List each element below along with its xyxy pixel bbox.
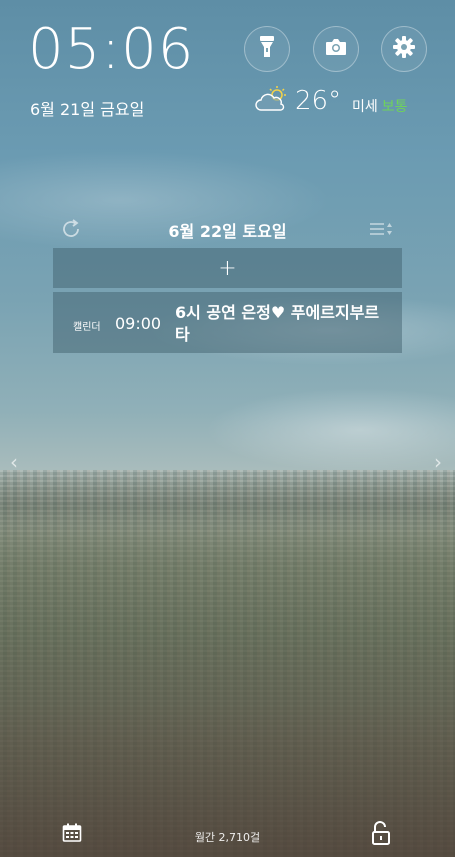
- partly-cloudy-icon: [255, 86, 289, 116]
- camera-icon: [325, 38, 347, 60]
- event-title: 6시 공연 은정♥ 푸에르지부르타: [175, 303, 380, 344]
- gear-icon: [392, 35, 416, 63]
- event-item[interactable]: 캘린더 09:00 6시 공연 은정♥ 푸에르지부르타: [53, 292, 402, 353]
- clock-time: 05:06: [28, 17, 195, 82]
- chevron-right-icon[interactable]: ›: [434, 450, 442, 474]
- unlock-icon[interactable]: [370, 821, 392, 849]
- fine-dust-value: 보통: [381, 99, 408, 115]
- clock-date: 6월 21일 금요일: [30, 100, 145, 119]
- fine-dust-label: 미세: [352, 99, 378, 115]
- camera-button[interactable]: [313, 26, 359, 72]
- add-event-button[interactable]: +: [53, 248, 402, 288]
- flashlight-icon: [258, 35, 276, 63]
- fine-dust: 미세 보통: [352, 96, 408, 116]
- settings-button[interactable]: [381, 26, 427, 72]
- chevron-left-icon[interactable]: ‹: [10, 450, 18, 474]
- event-time: 09:00: [115, 314, 162, 333]
- background-city: [0, 470, 455, 857]
- weather-info[interactable]: 26°: [255, 86, 341, 116]
- temperature: 26°: [295, 86, 342, 116]
- event-source: 캘린더: [73, 322, 101, 333]
- sort-menu-icon[interactable]: [368, 220, 394, 242]
- flashlight-button[interactable]: [244, 26, 290, 72]
